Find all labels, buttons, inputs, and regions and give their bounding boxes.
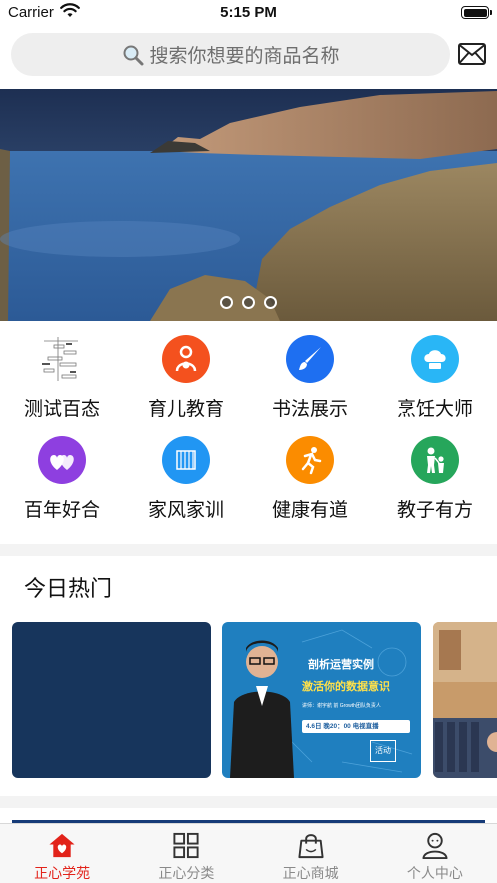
- tab-label: 正心分类: [158, 865, 215, 881]
- search-icon: [123, 45, 144, 65]
- grid-icon: [173, 832, 199, 859]
- category-label: 书法展示: [271, 399, 348, 420]
- carousel-dot[interactable]: [220, 296, 233, 309]
- person-icon: [422, 832, 448, 860]
- category-label: 烹饪大师: [396, 399, 473, 420]
- carousel-dot[interactable]: [242, 296, 255, 309]
- poster-schedule: 4.6日 晚20：00 电视直播: [302, 720, 410, 733]
- category-shufa-zhanshi[interactable]: 书法展示: [248, 335, 372, 421]
- category-label: 健康有道: [271, 500, 348, 521]
- tab-label: 个人中心: [406, 865, 463, 881]
- photo-image: [433, 622, 497, 778]
- section-divider: [0, 796, 497, 808]
- poster-stamp: 活动: [370, 740, 396, 762]
- runner-icon: [286, 436, 334, 484]
- hot-card[interactable]: [12, 622, 211, 778]
- tab-geren-zhongxin[interactable]: 个人中心: [373, 824, 497, 883]
- category-yuer-jiaoyu[interactable]: 育儿教育: [124, 335, 248, 421]
- tab-zhengxin-fenlei[interactable]: 正心分类: [124, 824, 248, 883]
- poster-speaker: 讲师：谢宇航 前 Growth团队负责人: [302, 703, 381, 709]
- tab-label: 正心商城: [282, 865, 339, 881]
- category-ceshi-baitai[interactable]: 测试百态: [0, 335, 124, 421]
- clock: 5:15 PM: [220, 4, 277, 21]
- category-bainian-haohe[interactable]: 百年好合: [0, 436, 124, 522]
- category-label: 教子有方: [396, 500, 473, 521]
- mail-icon[interactable]: [458, 43, 486, 65]
- poster-headline-1: 剖析运营实例: [308, 659, 374, 671]
- tab-label: 正心学苑: [34, 865, 91, 881]
- parent-child-icon: [411, 436, 459, 484]
- carousel-dot[interactable]: [264, 296, 277, 309]
- status-bar: Carrier 5:15 PM: [0, 0, 497, 28]
- category-label: 育儿教育: [147, 399, 224, 420]
- poster-headline-2: 激活你的数据意识: [302, 681, 390, 693]
- home-heart-icon: [49, 833, 75, 858]
- category-label: 百年好合: [23, 500, 100, 521]
- category-label: 测试百态: [23, 399, 100, 420]
- banner-image: [0, 89, 497, 321]
- battery-icon: [461, 6, 492, 19]
- carousel-pagination[interactable]: [0, 296, 497, 309]
- search-bar[interactable]: 搜索你想要的商品名称: [11, 33, 450, 76]
- category-pengren-dashi[interactable]: 烹饪大师: [373, 335, 497, 421]
- hearts-icon: [38, 436, 86, 484]
- hot-card-course-poster[interactable]: 剖析运营实例 激活你的数据意识 讲师：谢宇航 前 Growth团队负责人 4.6…: [222, 622, 421, 778]
- tab-zhengxin-shangcheng[interactable]: 正心商城: [249, 824, 373, 883]
- category-jiafeng-jiaxun[interactable]: 家风家训: [124, 436, 248, 522]
- tab-zhengxin-xueyuan[interactable]: 正心学苑: [0, 824, 124, 883]
- tab-bar: 正心学苑 正心分类 正心商城 个人中心: [0, 823, 497, 883]
- section-divider: [0, 544, 497, 556]
- banner-carousel[interactable]: [0, 89, 497, 321]
- mother-child-icon: [162, 335, 210, 383]
- shopping-bag-icon: [298, 834, 324, 859]
- chart-thumbnail-icon: [38, 335, 86, 383]
- section-title: 今日热门: [24, 576, 113, 601]
- category-label: 家风家训: [147, 500, 224, 521]
- hot-card-photo[interactable]: [433, 622, 497, 778]
- category-jiankang-youdao[interactable]: 健康有道: [248, 436, 372, 522]
- search-placeholder: 搜索你想要的商品名称: [149, 46, 340, 67]
- scroll-icon: [162, 436, 210, 484]
- chef-hat-icon: [411, 335, 459, 383]
- brush-icon: [286, 335, 334, 383]
- category-jiaozi-youfang[interactable]: 教子有方: [373, 436, 497, 522]
